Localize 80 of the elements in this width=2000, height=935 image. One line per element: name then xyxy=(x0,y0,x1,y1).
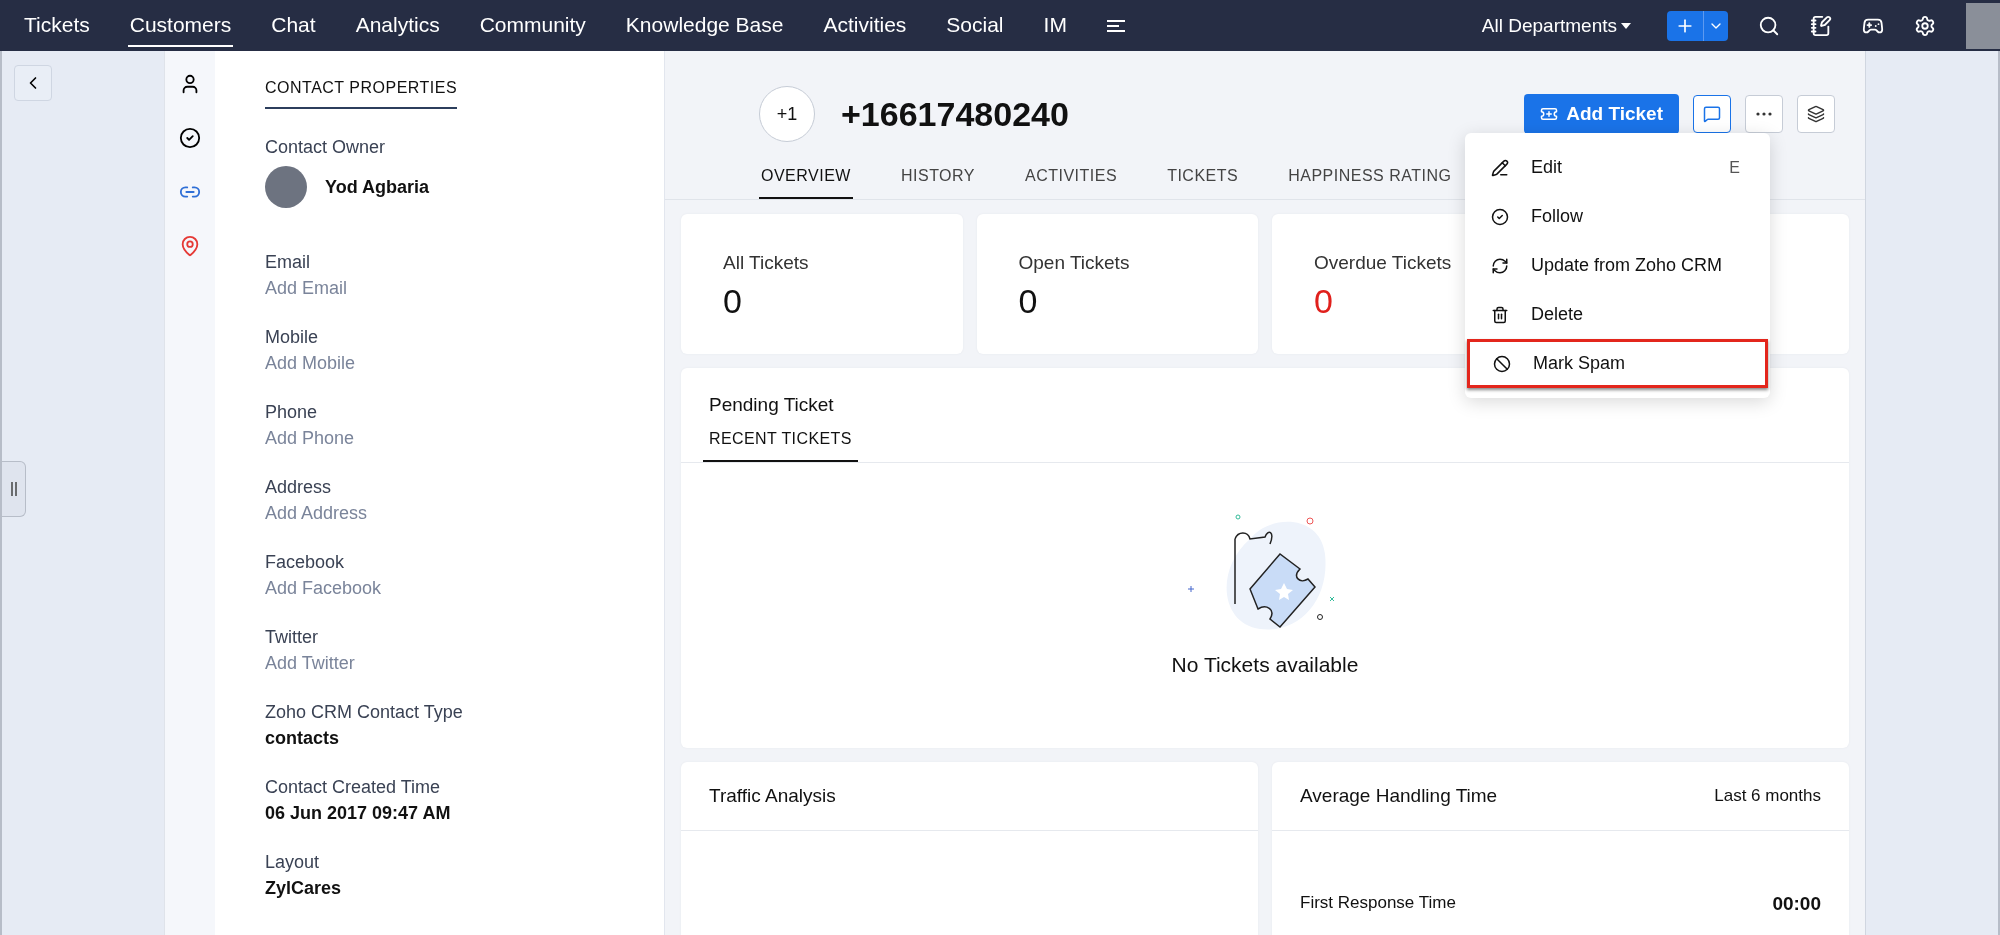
menu-item[interactable]: Update from Zoho CRM xyxy=(1465,241,1770,290)
stat-value: 0 xyxy=(1314,282,1333,321)
field-label: Facebook xyxy=(265,552,346,573)
check-circle-icon[interactable] xyxy=(179,127,201,149)
field-label: Contact Created Time xyxy=(265,777,442,798)
stat-value: 0 xyxy=(1018,282,1038,321)
field-label: Mobile xyxy=(265,327,320,348)
refresh-icon xyxy=(1491,256,1509,275)
field-label: Layout xyxy=(265,852,321,873)
card-title: Pending Ticket xyxy=(709,394,835,416)
add-ticket-button[interactable]: Add Ticket xyxy=(1524,94,1679,134)
ban-icon xyxy=(1493,354,1511,373)
search-icon[interactable] xyxy=(1758,14,1780,37)
field-value: 06 Jun 2017 09:47 AM xyxy=(265,803,452,824)
field-label: Phone xyxy=(265,402,319,423)
tab[interactable]: RECENT TICKETS xyxy=(703,416,858,462)
map-pin-icon[interactable] xyxy=(179,235,201,257)
more-menu-icon[interactable] xyxy=(1104,18,1127,33)
tab[interactable]: OVERVIEW xyxy=(759,167,853,199)
nav-tab[interactable]: Knowledge Base xyxy=(623,4,786,47)
card-title: Average Handling Time xyxy=(1300,785,1498,807)
nav-tab[interactable]: Analytics xyxy=(353,4,442,47)
nav-tab[interactable]: Customers xyxy=(127,4,234,47)
metric-label: First Response Time xyxy=(1300,893,1456,914)
metric-value: 00:00 xyxy=(1772,893,1821,915)
layers-icon xyxy=(1807,105,1825,123)
tab[interactable]: HAPPINESS RATING xyxy=(1286,167,1454,199)
stat-label: Open Tickets xyxy=(1018,252,1130,274)
section-title: CONTACT PROPERTIES xyxy=(265,79,458,109)
contact-avatar: +1 xyxy=(759,86,815,142)
add-field-link[interactable]: Add Email xyxy=(265,278,664,299)
tab[interactable]: TICKETS xyxy=(1165,167,1241,199)
add-field-link[interactable]: Add Facebook xyxy=(265,578,664,599)
caret-icon xyxy=(1621,22,1631,29)
field-label: Address xyxy=(265,477,333,498)
chat-button[interactable] xyxy=(1693,95,1731,133)
ellipsis-icon xyxy=(1756,112,1772,116)
pencil-icon xyxy=(1491,158,1509,177)
layers-button[interactable] xyxy=(1797,95,1835,133)
nav-tab[interactable]: Community xyxy=(477,4,588,47)
card-title: Traffic Analysis xyxy=(709,785,836,807)
add-field-link[interactable]: Add Address xyxy=(265,503,664,524)
chat-bubble-icon xyxy=(1703,105,1721,123)
stat-label: All Tickets xyxy=(723,252,809,274)
tab[interactable]: ACTIVITIES xyxy=(1023,167,1120,199)
add-field-link[interactable]: Add Phone xyxy=(265,428,664,449)
nav-tab[interactable]: Tickets xyxy=(22,4,92,47)
avatar-circle xyxy=(265,166,307,208)
notepad-icon[interactable] xyxy=(1810,14,1832,37)
stat-value: 0 xyxy=(723,282,742,321)
avatar-placeholder[interactable] xyxy=(1966,2,2000,49)
field-label: Email xyxy=(265,252,311,273)
tab[interactable]: HISTORY xyxy=(898,167,977,199)
add-field-link[interactable]: Add Mobile xyxy=(265,353,664,374)
menu-item[interactable]: Follow xyxy=(1465,192,1770,241)
check-circle-icon xyxy=(1491,207,1509,226)
menu-item[interactable]: Edit E xyxy=(1465,143,1770,192)
period-label: Last 6 months xyxy=(1714,786,1821,806)
nav-tab[interactable]: Chat xyxy=(269,4,318,47)
department-dropdown[interactable]: All Departments xyxy=(1475,13,1637,38)
stat-label: Overdue Tickets xyxy=(1314,252,1452,274)
field-label: Twitter xyxy=(265,627,319,648)
field-value: ZylCares xyxy=(265,878,343,899)
settings-icon[interactable] xyxy=(1914,14,1936,37)
nav-tab[interactable]: IM xyxy=(1041,4,1069,47)
shortcut-key: E xyxy=(1729,158,1740,177)
panel-resize-handle[interactable] xyxy=(2,461,26,517)
nav-tab[interactable]: Social xyxy=(944,4,1006,47)
trash-icon xyxy=(1491,305,1509,324)
contact-name: +16617480240 xyxy=(841,94,1069,134)
empty-state-text: No Tickets available xyxy=(1171,653,1359,677)
menu-item[interactable]: Mark Spam xyxy=(1467,339,1768,388)
field-label: Zoho CRM Contact Type xyxy=(265,702,464,723)
field-value: contacts xyxy=(265,728,341,749)
add-field-link[interactable]: Add Twitter xyxy=(265,653,664,674)
menu-item[interactable]: Delete xyxy=(1465,290,1770,339)
ticket-plus-icon xyxy=(1540,105,1559,123)
field-label: Contact Owner xyxy=(265,137,387,158)
nav-tab[interactable]: Activities xyxy=(821,4,909,47)
owner-name: Yod Agbaria xyxy=(325,176,429,198)
